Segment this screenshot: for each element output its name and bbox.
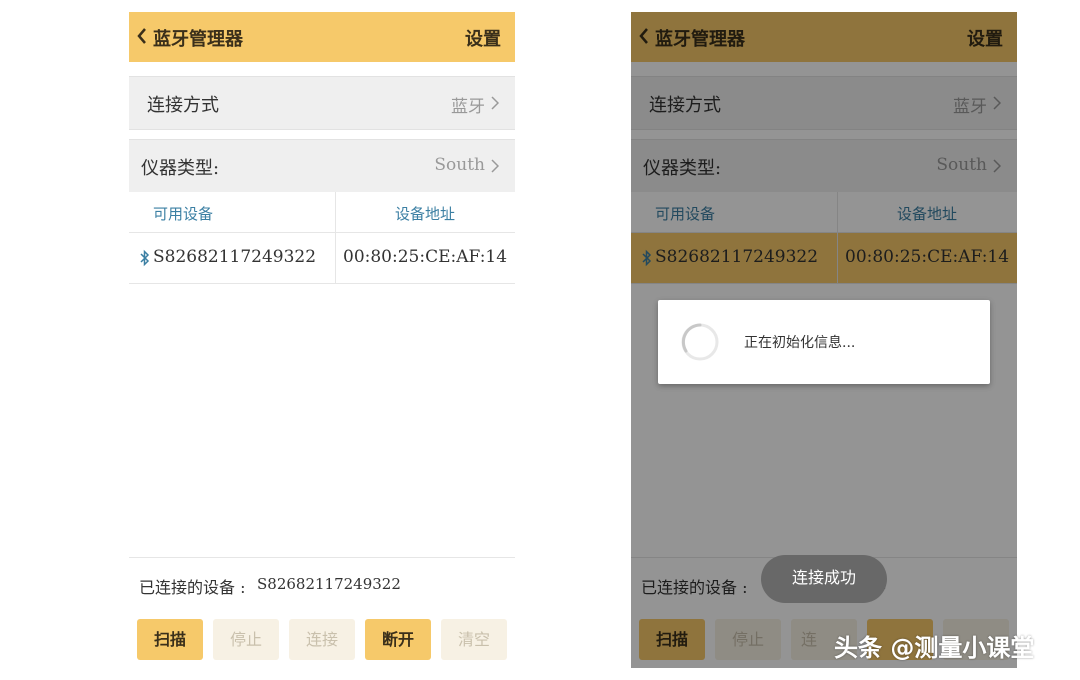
device-table-header: 可用设备 设备地址 [129,192,515,233]
device-name: S82682117249322 [153,247,317,267]
dialog-message: 正在初始化信息... [744,335,856,351]
chevron-right-icon [491,159,499,173]
page-title: 蓝牙管理器 [153,29,243,50]
settings-button[interactable]: 设置 [465,25,501,51]
connected-device-value: S82682117249322 [257,575,401,593]
disconnect-button[interactable]: 断开 [365,619,431,660]
progress-dialog: 正在初始化信息... [658,300,990,384]
loading-spinner-icon [681,323,719,361]
left-screen: 蓝牙管理器 设置 连接方式 蓝牙 仪器类型: South 可用设备 设备地址 S… [129,12,515,668]
clear-button[interactable]: 清空 [441,619,507,660]
instrument-type-row[interactable]: 仪器类型: South [129,139,515,193]
app-header: 蓝牙管理器 设置 [129,12,515,62]
device-address: 00:80:25:CE:AF:14 [343,247,508,267]
right-screen: 蓝牙管理器 设置 连接方式 蓝牙 仪器类型: South 可用设备 设备地址 S… [631,12,1017,668]
device-row[interactable]: S82682117249322 00:80:25:CE:AF:14 [129,233,515,284]
stop-button[interactable]: 停止 [213,619,279,660]
connection-method-row[interactable]: 连接方式 蓝牙 [129,76,515,130]
toast-message: 连接成功 [761,555,887,603]
connection-method-label: 连接方式 [147,95,219,116]
back-icon[interactable] [137,28,147,44]
connected-device-bar: 已连接的设备 : S82682117249322 [129,557,515,611]
device-address-header: 设备地址 [395,205,456,223]
scan-button[interactable]: 扫描 [137,619,203,660]
connection-method-value: 蓝牙 [451,97,485,117]
connect-button[interactable]: 连接 [289,619,355,660]
watermark: 头条 @测量小课堂 [834,634,1035,662]
header-cell: 可用设备 [129,192,336,232]
bluetooth-icon [140,249,150,267]
instrument-type-value: South [434,155,485,175]
instrument-type-label: 仪器类型: [141,158,220,179]
available-devices-header: 可用设备 [153,205,214,223]
connected-device-label: 已连接的设备 : [139,578,246,597]
chevron-right-icon [491,96,499,110]
action-button-bar: 扫描 停止 连接 断开 清空 [129,610,515,668]
device-name-cell: S82682117249322 [129,233,336,283]
